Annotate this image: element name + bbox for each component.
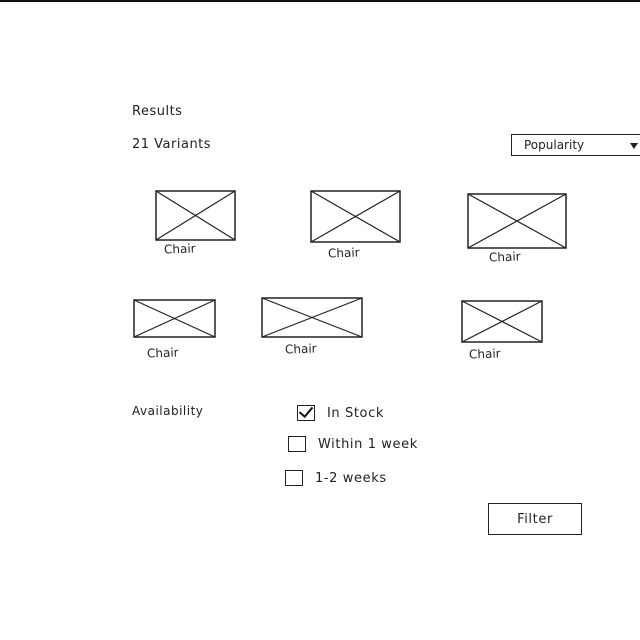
checkbox-checked[interactable] <box>297 402 315 421</box>
page-title: Results <box>132 104 183 119</box>
filter-option-within-1-week[interactable]: Within 1 week <box>288 436 418 452</box>
checkbox[interactable] <box>285 470 303 486</box>
filter-option-1-2-weeks[interactable]: 1-2 weeks <box>285 470 387 486</box>
filter-option-label: In Stock <box>327 405 384 421</box>
image-placeholder-icon <box>155 190 236 241</box>
product-card[interactable] <box>310 190 401 243</box>
checkbox[interactable] <box>288 436 306 452</box>
sort-selected-value: Popularity <box>524 138 585 152</box>
product-label: Chair <box>284 341 317 357</box>
product-label: Chair <box>327 245 360 261</box>
image-placeholder-icon <box>310 190 401 243</box>
check-icon <box>298 402 314 419</box>
product-card[interactable] <box>461 300 543 343</box>
image-placeholder-icon <box>467 193 567 249</box>
sort-dropdown[interactable]: Popularity <box>511 134 640 156</box>
product-card[interactable] <box>155 190 236 241</box>
filter-option-in-stock[interactable]: In Stock <box>297 402 384 421</box>
product-label: Chair <box>146 345 179 361</box>
image-placeholder-icon <box>261 297 363 338</box>
filter-option-label: 1-2 weeks <box>315 470 387 486</box>
filter-button[interactable]: Filter <box>488 503 582 535</box>
product-card[interactable] <box>133 299 216 338</box>
product-card[interactable] <box>467 193 567 249</box>
top-border <box>0 0 640 2</box>
image-placeholder-icon <box>461 300 543 343</box>
filter-option-label: Within 1 week <box>318 436 418 452</box>
results-page: Results 21 Variants Popularity Chair Cha… <box>0 0 640 640</box>
product-label: Chair <box>163 241 196 257</box>
availability-label: Availability <box>132 404 204 418</box>
caret-down-icon <box>630 143 638 149</box>
product-card[interactable] <box>261 297 363 338</box>
product-label: Chair <box>488 249 521 265</box>
variant-count: 21 Variants <box>132 137 212 152</box>
image-placeholder-icon <box>133 299 216 338</box>
product-label: Chair <box>468 346 501 362</box>
